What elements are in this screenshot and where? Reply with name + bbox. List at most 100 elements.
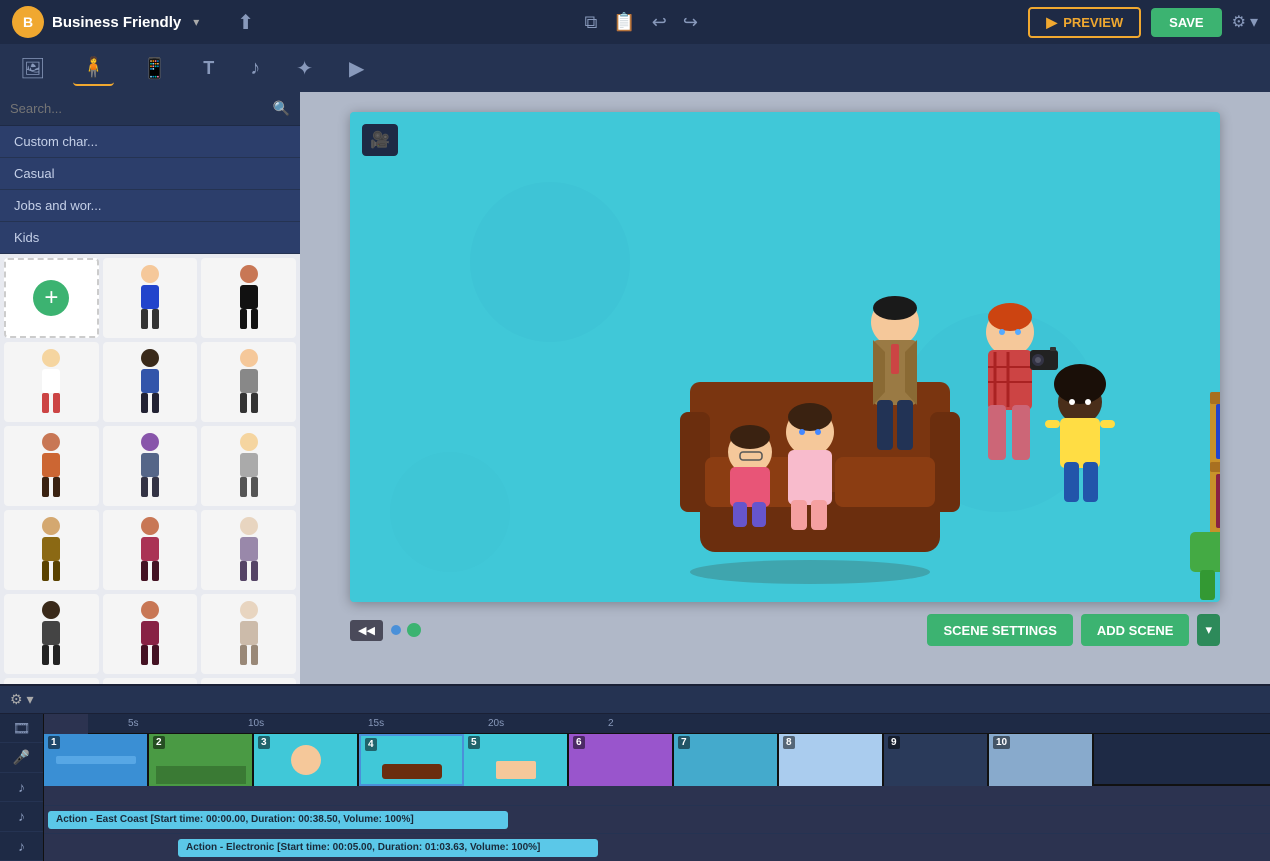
character-item[interactable] [4, 342, 99, 422]
canvas-controls: ◀◀ SCENE SETTINGS ADD SCENE ▾ [350, 614, 1220, 646]
tool-music[interactable]: ♪ [242, 53, 268, 84]
add-scene-button[interactable]: ADD SCENE [1081, 614, 1190, 646]
ruler-mark-5s: 5s [128, 718, 248, 729]
camera-icon: 🎥 [362, 124, 398, 156]
character-item[interactable] [4, 678, 99, 684]
save-button[interactable]: SAVE [1151, 8, 1221, 37]
canvas-frame[interactable]: 🎥 [350, 112, 1220, 602]
track-label-music1: ♪ [0, 773, 43, 802]
scene-thumb-num-3: 3 [258, 736, 270, 749]
timeline-settings-icon[interactable]: ⚙ ▾ [10, 691, 33, 708]
character-item[interactable] [4, 426, 99, 506]
character-item[interactable] [103, 678, 198, 684]
settings-dropdown-arrow: ▾ [1250, 12, 1258, 32]
timeline-header: ⚙ ▾ [0, 686, 1270, 714]
character-item[interactable] [103, 342, 198, 422]
tool-effects[interactable]: ✦ [288, 52, 321, 85]
scene-thumb-6[interactable]: 6 [569, 734, 674, 786]
upload-icon[interactable]: ⬆ [237, 10, 254, 35]
tool-character[interactable]: 🧍 [73, 51, 114, 86]
audio-tracks: Action - East Coast [Start time: 00:00.0… [44, 786, 1270, 861]
character-item[interactable] [4, 510, 99, 590]
add-scene-dropdown-button[interactable]: ▾ [1197, 614, 1220, 646]
scene-settings-button[interactable]: SCENE SETTINGS [927, 614, 1072, 646]
search-bar: 🔍 [0, 92, 300, 126]
character-item[interactable] [4, 594, 99, 674]
scene-thumb-10[interactable]: 10 [989, 734, 1094, 786]
top-bar-center: ⧉ 📋 ↩ ↪ [584, 12, 697, 33]
scene-dots [391, 623, 421, 637]
character-item[interactable] [103, 510, 198, 590]
tool-video[interactable]: ▶ [341, 52, 372, 85]
tool-device[interactable]: 📱 [134, 52, 175, 85]
top-bar-left: B Business Friendly ▾ ⬆ [12, 6, 254, 38]
canvas-actions: SCENE SETTINGS ADD SCENE ▾ [927, 614, 1220, 646]
character-item[interactable] [201, 426, 296, 506]
main-area: 🔍 Custom char... Casual Jobs and wor... … [0, 92, 1270, 684]
character-grid: + [0, 254, 300, 684]
scene-thumbnails: 1 2 3 4 [44, 734, 1270, 786]
scene-thumb-num-2: 2 [153, 736, 165, 749]
audio-bar-2[interactable]: Action - Electronic [Start time: 00:05.0… [178, 839, 598, 857]
audio-track-2[interactable]: Action - Electronic [Start time: 00:05.0… [44, 834, 1270, 861]
search-input[interactable] [10, 101, 273, 116]
track-label-music3: ♪ [0, 832, 43, 861]
scene-thumb-3[interactable]: 3 [254, 734, 359, 786]
character-item[interactable] [103, 426, 198, 506]
scene-illustration [350, 112, 1220, 602]
track-labels: 🎞 🎤 ♪ ♪ ♪ [0, 714, 44, 861]
character-item[interactable] [201, 258, 296, 338]
character-item[interactable] [201, 342, 296, 422]
scene-thumb-1[interactable]: 1 [44, 734, 149, 786]
character-item[interactable] [201, 678, 296, 684]
character-item[interactable] [103, 594, 198, 674]
project-dropdown-icon[interactable]: ▾ [193, 15, 199, 29]
paste-icon[interactable]: 📋 [613, 12, 635, 33]
tool-image[interactable]: 🖼 [12, 52, 53, 85]
category-jobs[interactable]: Jobs and wor... [0, 190, 300, 222]
timeline-ruler: 5s 10s 15s 20s 2 [88, 714, 1270, 734]
ruler-mark-20s: 20s [488, 718, 608, 729]
scene-thumb-9[interactable]: 9 [884, 734, 989, 786]
scene-dot-2[interactable] [407, 623, 421, 637]
track-label-video: 🎞 [0, 714, 43, 743]
left-panel: 🔍 Custom char... Casual Jobs and wor... … [0, 92, 300, 684]
canvas-area: 🎥 [300, 92, 1270, 684]
category-custom[interactable]: Custom char... [0, 126, 300, 158]
audio-track-1[interactable]: Action - East Coast [Start time: 00:00.0… [44, 806, 1270, 834]
track-label-mic: 🎤 [0, 743, 43, 772]
settings-button[interactable]: ⚙ ▾ [1232, 12, 1258, 32]
track-label-music2: ♪ [0, 802, 43, 831]
audio-bar-1[interactable]: Action - East Coast [Start time: 00:00.0… [48, 811, 508, 829]
gear-icon: ⚙ [1232, 12, 1246, 32]
category-casual[interactable]: Casual [0, 158, 300, 190]
audio-track-empty [44, 786, 1270, 806]
top-bar: B Business Friendly ▾ ⬆ ⧉ 📋 ↩ ↪ ▶ PREVIE… [0, 0, 1270, 44]
scene-thumb-4[interactable]: 4 [359, 734, 464, 786]
copy-icon[interactable]: ⧉ [584, 12, 597, 33]
scene-thumb-num-7: 7 [678, 736, 690, 749]
scene-prev-button[interactable]: ◀◀ [350, 620, 383, 641]
character-item[interactable] [103, 258, 198, 338]
category-kids[interactable]: Kids [0, 222, 300, 254]
redo-icon[interactable]: ↪ [683, 12, 698, 33]
character-item[interactable] [201, 510, 296, 590]
scene-thumb-2[interactable]: 2 [149, 734, 254, 786]
scene-thumb-7[interactable]: 7 [674, 734, 779, 786]
avatar: B [12, 6, 44, 38]
ruler-mark-15s: 15s [368, 718, 488, 729]
scene-thumb-5[interactable]: 5 [464, 734, 569, 786]
undo-icon[interactable]: ↩ [652, 12, 667, 33]
scene-thumb-num-4: 4 [365, 738, 377, 751]
add-character-button[interactable]: + [4, 258, 99, 338]
scene-thumb-num-10: 10 [993, 736, 1010, 749]
character-item[interactable] [201, 594, 296, 674]
tool-text[interactable]: T [195, 54, 222, 83]
ruler-mark-25s: 2 [608, 718, 728, 729]
scene-thumb-8[interactable]: 8 [779, 734, 884, 786]
scene-dot-1[interactable] [391, 625, 401, 635]
preview-button[interactable]: ▶ PREVIEW [1028, 7, 1141, 38]
scene-thumb-num-6: 6 [573, 736, 585, 749]
category-list: Custom char... Casual Jobs and wor... Ki… [0, 126, 300, 254]
scene-thumb-num-9: 9 [888, 736, 900, 749]
